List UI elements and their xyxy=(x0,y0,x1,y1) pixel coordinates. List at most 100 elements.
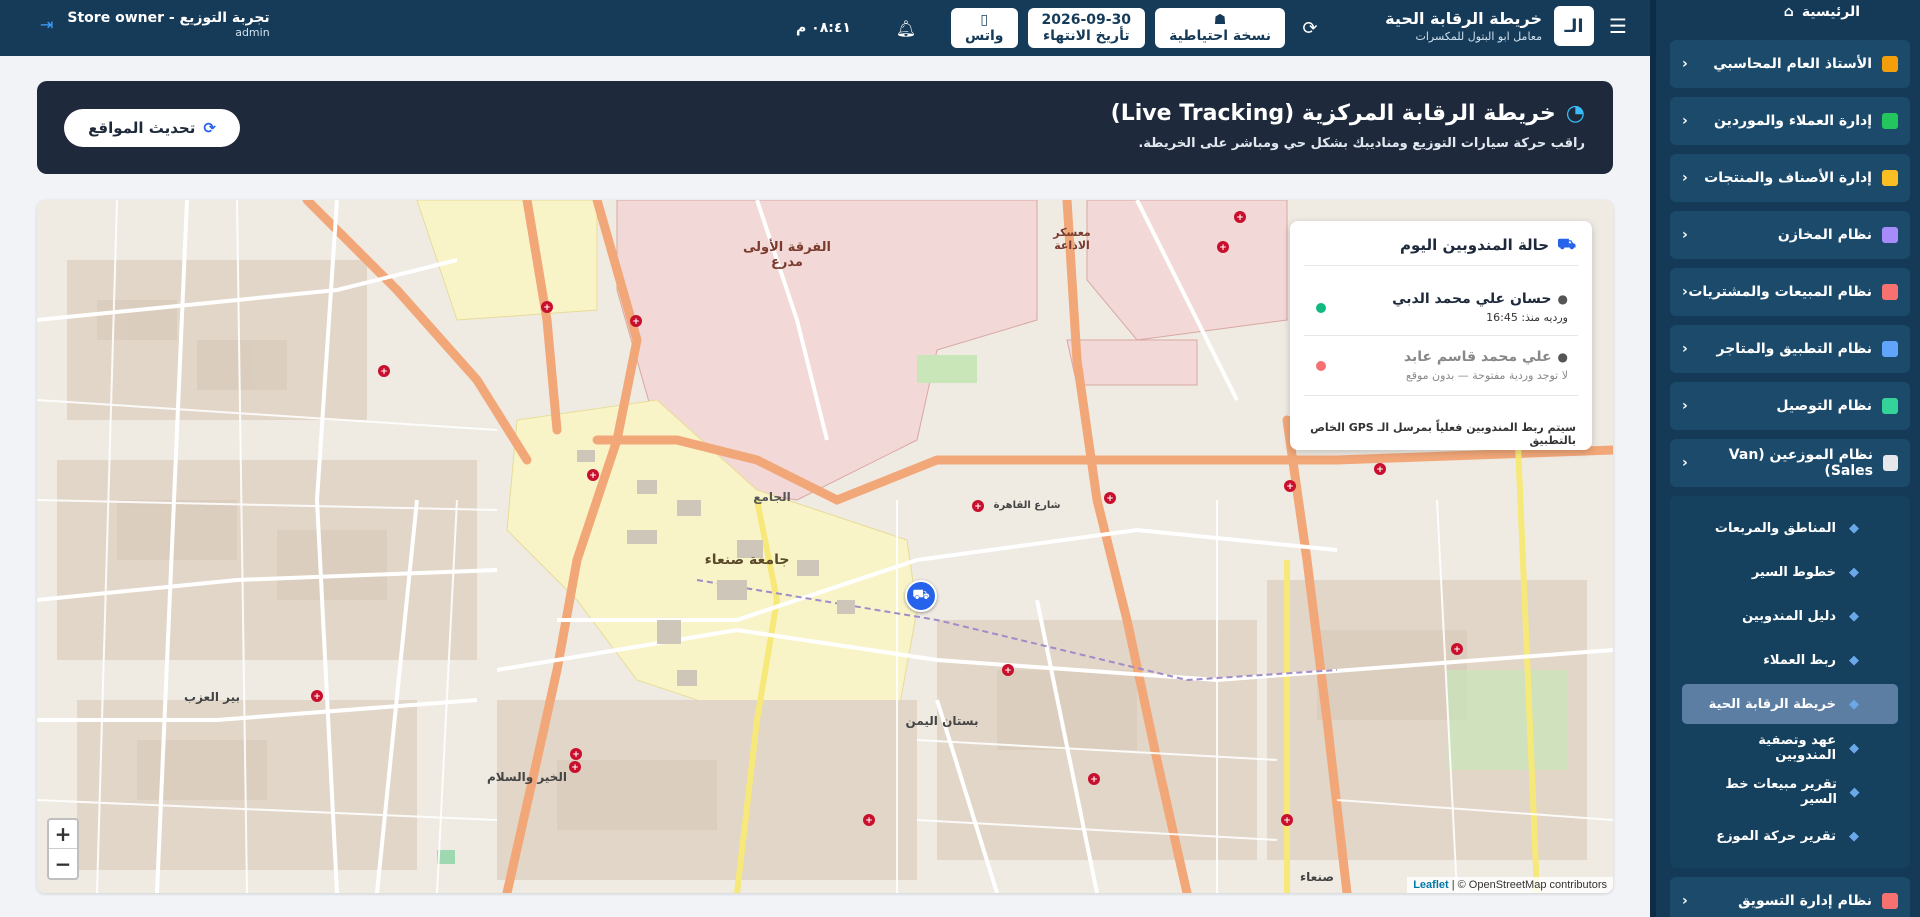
chevron-left-icon: ‹ xyxy=(1682,455,1688,471)
sidebar-home-label: الرئيسية xyxy=(1801,4,1860,20)
company-logo: الـ xyxy=(1554,6,1594,46)
map-label-area-salam: الخير والسلام xyxy=(486,770,567,784)
sidebar-item-marketing[interactable]: نظام إدارة التسويق ‹ xyxy=(1670,877,1910,917)
menu-toggle-icon[interactable]: ☰ xyxy=(1606,14,1630,38)
sidebar-item-4[interactable]: نظام المبيعات والمشتريات ‹ xyxy=(1670,268,1910,316)
submenu-icon: ◆ xyxy=(1849,696,1859,712)
panel-divider xyxy=(1304,395,1578,396)
submenu-item-label: ربط العملاء xyxy=(1763,652,1836,668)
chevron-left-icon: ‹ xyxy=(1682,341,1688,357)
svg-text:+: + xyxy=(1219,243,1227,253)
svg-text:+: + xyxy=(572,750,580,760)
user-menu[interactable]: تجربة التوزيع - Store owner admin ⇥ xyxy=(40,10,270,39)
submenu-item-1[interactable]: ◆ خطوط السير xyxy=(1682,552,1898,592)
cart-icon xyxy=(1882,284,1898,300)
submenu-icon: ◆ xyxy=(1849,520,1859,536)
whatsapp-label: واتس xyxy=(964,28,1004,44)
expiry-badge[interactable]: 2026-09-30 تأريخ الانتهاء xyxy=(1027,8,1146,48)
sidebar-item-home[interactable]: ⌂ الرئيسية xyxy=(1650,0,1920,24)
mobile-icon xyxy=(1882,341,1898,357)
sidebar-item-2[interactable]: إدارة الأصناف والمنتجات ‹ xyxy=(1670,154,1910,202)
clock-time: ٠٨:٤١ م xyxy=(796,20,851,36)
user-name: admin xyxy=(235,26,270,39)
panel-title-text: حالة المندوبين اليوم xyxy=(1400,236,1550,254)
submenu-item-4[interactable]: ◆ خريطة الرقابة الحية xyxy=(1682,684,1898,724)
megaphone-icon xyxy=(1882,893,1898,909)
osm-attribution: | © OpenStreetMap contributors xyxy=(1448,879,1607,891)
svg-text:+: + xyxy=(543,303,551,313)
panel-note: سيتم ربط المندوبين فعلياً بمرسل الـ GPS … xyxy=(1310,421,1576,447)
zoom-out-button[interactable]: − xyxy=(49,849,77,878)
svg-text:+: + xyxy=(1090,775,1098,785)
truck-icon: ⛟ xyxy=(1557,235,1576,253)
refresh-icon[interactable]: ⟳ xyxy=(1295,18,1325,39)
van-sales-submenu: ◆ المناطق والمربعات ◆ خطوط السير ◆ دليل المند… xyxy=(1670,496,1910,868)
van-marker[interactable]: ⛟ xyxy=(905,580,937,612)
chevron-left-icon: ‹ xyxy=(1682,113,1688,129)
satellite-dish-icon: ◔ xyxy=(1565,101,1585,126)
submenu-item-label: عهد وتصفية المندوبين xyxy=(1758,733,1837,763)
user-title: تجربة التوزيع - Store owner xyxy=(67,10,270,26)
sidebar-item-label: الأستاذ العام المحاسبي xyxy=(1713,56,1872,72)
map-label-area-bustan: بستان اليمن xyxy=(905,714,979,728)
sidebar-item-label: إدارة الأصناف والمنتجات xyxy=(1704,170,1872,186)
svg-text:+: + xyxy=(313,692,321,702)
svg-text:+: + xyxy=(1236,213,1244,223)
whatsapp-button[interactable]: ▯ واتس xyxy=(950,8,1018,48)
sidebar-item-7[interactable]: نظام الموزعين (Van Sales) ‹ xyxy=(1670,439,1910,487)
sidebar-item-1[interactable]: إدارة العملاء والموردين ‹ xyxy=(1670,97,1910,145)
bell-icon[interactable]: 🔔︎ xyxy=(891,19,921,38)
sidebar-menu: الأستاذ العام المحاسبي ‹ إدارة العملاء وال… xyxy=(1670,40,1910,917)
submenu-item-6[interactable]: ◆ تقرير مبيعات خط السير xyxy=(1682,772,1898,812)
sidebar-item-label: نظام المخازن xyxy=(1777,227,1872,243)
rep-info: لا توجد وردية مفتوحة — بدون موقع xyxy=(1405,369,1568,382)
user-circle-icon: ● xyxy=(1557,292,1568,306)
submenu-icon: ◆ xyxy=(1849,784,1860,800)
truck-icon: ⛟ xyxy=(912,587,930,603)
address-book-icon xyxy=(1882,113,1898,129)
panel-divider xyxy=(1304,335,1578,336)
submenu-item-7[interactable]: ◆ تقرير حركة الموزع xyxy=(1682,816,1898,856)
zoom-in-button[interactable]: + xyxy=(49,820,77,849)
sidebar-item-0[interactable]: الأستاذ العام المحاسبي ‹ xyxy=(1670,40,1910,88)
sidebar-item-label: نظام الموزعين (Van Sales) xyxy=(1728,447,1873,479)
submenu-item-label: المناطق والمربعات xyxy=(1714,520,1836,536)
sidebar-item-label: نظام المبيعات والمشتريات xyxy=(1688,284,1872,300)
submenu-item-label: خطوط السير xyxy=(1751,564,1836,580)
logout-icon[interactable]: ⇥ xyxy=(40,15,53,34)
svg-text:+: + xyxy=(1286,482,1294,492)
leaflet-link[interactable]: Leaflet xyxy=(1413,879,1448,891)
submenu-icon: ◆ xyxy=(1849,828,1859,844)
sidebar-item-label: نظام إدارة التسويق xyxy=(1738,893,1872,909)
chevron-left-icon: ‹ xyxy=(1682,284,1688,300)
topbar-actions: ⟳ ☗ نسخة احتياطية 2026-09-30 تأريخ الانت… xyxy=(796,8,1325,48)
truck-icon xyxy=(1882,398,1898,414)
page-title: ◔ خريطة الرقابة المركزية (Live Tracking) xyxy=(1111,101,1585,126)
submenu-item-0[interactable]: ◆ المناطق والمربعات xyxy=(1682,508,1898,548)
sidebar-item-5[interactable]: نظام التطبيق والمتاجر ‹ xyxy=(1670,325,1910,373)
sidebar-item-label: إدارة العملاء والموردين xyxy=(1713,113,1872,129)
sidebar-item-label: نظام التوصيل xyxy=(1776,398,1872,414)
sidebar-scrollbar[interactable] xyxy=(1650,0,1656,917)
page-title-text: خريطة الرقابة المركزية (Live Tracking) xyxy=(1110,101,1556,126)
brand: ☰ الـ خريطة الرقابة الحية معامل ابو البت… xyxy=(1385,6,1630,46)
map-attribution: Leaflet | © OpenStreetMap contributors xyxy=(1407,877,1613,893)
map-label-cairo-street: شارع القاهرة xyxy=(993,500,1061,511)
rep-item[interactable]: ● علي محمد قاسم عابد لا توجد وردية مفتوحة… xyxy=(1404,349,1568,382)
refresh-locations-button[interactable]: ⟳ تحديث المواقع xyxy=(64,109,240,147)
chevron-left-icon: ‹ xyxy=(1682,893,1688,909)
backup-button[interactable]: ☗ نسخة احتياطية xyxy=(1155,8,1285,48)
logo-text: الـ xyxy=(1564,15,1584,37)
submenu-item-2[interactable]: ◆ دليل المندوبين xyxy=(1682,596,1898,636)
sidebar-item-3[interactable]: نظام المخازن ‹ xyxy=(1670,211,1910,259)
topbar: ☰ الـ خريطة الرقابة الحية معامل ابو البت… xyxy=(0,0,1650,56)
rep-item[interactable]: ● حسان علي محمد الدبي ورديه منذ: 16:45 xyxy=(1392,291,1568,324)
submenu-item-5[interactable]: ◆ عهد وتصفية المندوبين xyxy=(1682,728,1898,768)
sidebar-item-6[interactable]: نظام التوصيل ‹ xyxy=(1670,382,1910,430)
panel-title: ⛟ حالة المندوبين اليوم xyxy=(1400,235,1576,255)
submenu-item-label: دليل المندوبين xyxy=(1742,608,1836,624)
chevron-left-icon: ‹ xyxy=(1682,398,1688,414)
calculator-icon xyxy=(1882,56,1898,72)
submenu-item-3[interactable]: ◆ ربط العملاء xyxy=(1682,640,1898,680)
page-header: ◔ خريطة الرقابة المركزية (Live Tracking)… xyxy=(37,81,1613,174)
